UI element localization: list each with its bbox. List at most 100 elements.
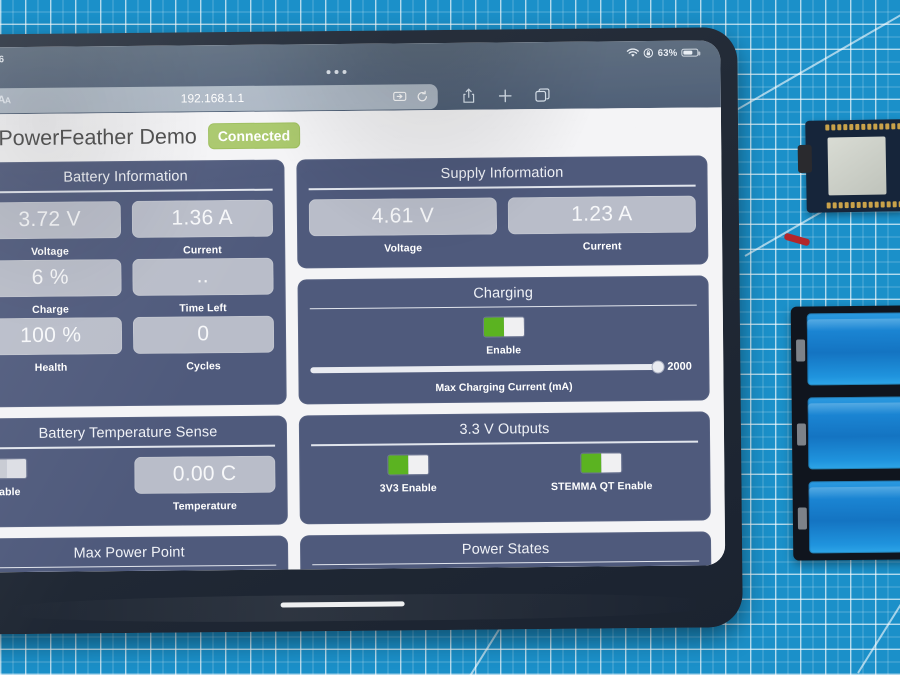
readout-value: .. — [131, 257, 274, 296]
share-icon[interactable] — [461, 88, 475, 104]
readout-value: 1.23 A — [507, 195, 697, 234]
reader-view-icon[interactable] — [392, 90, 406, 102]
field-supply-current: 1.23 A Current — [507, 195, 697, 255]
slider-track[interactable] — [310, 360, 665, 374]
temperature-enable-toggle[interactable] — [0, 457, 28, 479]
tabs-overview-icon[interactable] — [534, 87, 550, 102]
tablet-screen: May 26 63% — [0, 40, 726, 573]
field-label: Cycles — [186, 359, 221, 372]
card-title: Battery Temperature Sense — [38, 424, 218, 442]
browser-chrome: May 26 63% — [0, 40, 721, 115]
text-size-button[interactable]: AA — [0, 94, 19, 106]
temp-enable-wrap: Enable — [0, 457, 123, 500]
card-title: Battery Information — [63, 168, 188, 186]
battery-pack-18650 — [790, 305, 900, 561]
field-label: Voltage — [30, 245, 69, 258]
field-row: Enable 0.00 C Temperature — [0, 455, 276, 516]
board-header-pins-top — [825, 123, 900, 131]
max-charging-current-slider[interactable]: 2000 — [310, 357, 697, 377]
slider-thumb[interactable] — [651, 360, 665, 374]
usb-c-connector — [797, 144, 813, 173]
card-3v3-outputs: 3.3 V Outputs 3V3 Enable STEMMA QT Enabl… — [298, 411, 711, 524]
charging-enable-row: Enable — [310, 315, 697, 361]
battery-cell — [808, 480, 900, 554]
card-battery-temperature-sense: Battery Temperature Sense Enable 0.00 C … — [0, 415, 288, 528]
field-temperature: 0.00 C Temperature — [133, 455, 276, 514]
url-text: 192.168.1.1 — [180, 90, 245, 106]
card-battery-information: Battery Information 3.72 V Voltage 1.36 … — [0, 159, 287, 408]
slider-label: Max Charging Current (mA) — [435, 380, 573, 395]
tab-dots-icon[interactable] — [325, 69, 347, 75]
toggle-stemma-qt-enable-wrap: STEMMA QT Enable — [505, 451, 699, 495]
status-indicators: 63% — [627, 47, 699, 59]
right-column: Supply Information 4.61 V Voltage 1.23 A… — [296, 155, 710, 405]
card-supply-information: Supply Information 4.61 V Voltage 1.23 A… — [296, 155, 709, 268]
home-indicator[interactable] — [280, 601, 405, 608]
board-header-pins-bottom — [826, 201, 900, 209]
card-charging: Charging Enable 2000 Max Charging Curren… — [297, 274, 710, 405]
field-label: Charge — [32, 303, 69, 316]
address-bar-actions — [392, 90, 437, 103]
battery-percent-label: 63% — [657, 47, 678, 59]
readout-value: 0 — [132, 315, 275, 354]
field-row: 6 % Charge .. Time Left — [0, 257, 274, 318]
outputs-toggle-row: 3V3 Enable STEMMA QT Enable — [311, 451, 698, 497]
battery-cell — [806, 312, 900, 386]
reload-icon[interactable] — [415, 90, 428, 103]
field-label: Time Left — [179, 301, 227, 315]
toolbar-right-actions — [461, 87, 550, 104]
toggle-label: Enable — [0, 485, 21, 498]
photo-scene: May 26 63% — [0, 0, 900, 675]
slider-value: 2000 — [667, 360, 692, 373]
field-cycles: 0 Cycles — [132, 315, 275, 374]
dashboard-grid: Battery Information 3.72 V Voltage 1.36 … — [0, 155, 725, 573]
power-state-buttons: Ship Mode Deep Sleep — [312, 571, 699, 573]
field-label: Temperature — [172, 499, 237, 513]
readout-value: 0.00 C — [133, 455, 276, 494]
field-health: 100 % Health — [0, 316, 122, 376]
toggle-stemma-qt-enable[interactable] — [580, 451, 623, 474]
field-label: Health — [34, 361, 68, 374]
readout-value: 4.61 V — [308, 196, 498, 236]
status-date: May 26 — [0, 53, 5, 65]
toggle-label: 3V3 Enable — [379, 481, 437, 495]
rotation-lock-icon — [644, 48, 654, 58]
field-label: Voltage — [384, 241, 423, 255]
field-voltage: 3.72 V Voltage — [0, 200, 121, 260]
field-charge: 6 % Charge — [0, 258, 122, 318]
bezel-reflection — [6, 591, 711, 625]
wifi-icon — [627, 48, 640, 57]
toggle-label: Enable — [486, 344, 522, 357]
card-power-states: Power States Ship Mode Deep Sleep — [299, 530, 712, 573]
web-page: S3 PowerFeather Demo Connected Battery I… — [0, 107, 726, 573]
readout-value: 100 % — [0, 316, 122, 355]
charging-enable-toggle[interactable] — [482, 316, 525, 338]
field-supply-voltage: 4.61 V Voltage — [308, 196, 498, 257]
field-label: Current — [582, 239, 622, 253]
page-title: S3 PowerFeather Demo — [0, 123, 197, 150]
plus-icon[interactable] — [497, 88, 512, 103]
tablet-device: May 26 63% — [0, 27, 743, 635]
page-header: S3 PowerFeather Demo Connected — [0, 107, 722, 163]
toggle-3v3-enable[interactable] — [386, 453, 430, 476]
battery-icon — [681, 48, 699, 57]
field-row: 4.61 V Voltage 1.23 A Current — [308, 195, 697, 257]
esp32-rf-shield — [827, 136, 887, 196]
esp32-powerfeather-board — [797, 119, 900, 213]
readout-value: 1.36 A — [131, 199, 274, 238]
toggle-3v3-enable-wrap: 3V3 Enable — [311, 453, 505, 497]
field-current: 1.36 A Current — [131, 199, 274, 258]
card-max-power-point: Max Power Point 4600 Voltage (mV) — [0, 535, 289, 573]
battery-cell — [807, 396, 900, 470]
field-time-left: .. Time Left — [131, 257, 274, 316]
address-bar[interactable]: AA 192.168.1.1 — [0, 83, 438, 113]
field-label: Current — [183, 243, 222, 257]
card-title: Max Power Point — [73, 544, 185, 562]
charging-enable-wrap: Enable — [482, 316, 525, 358]
field-row: 100 % Health 0 Cycles — [0, 315, 275, 376]
readout-value: 6 % — [0, 258, 122, 297]
toggle-label: STEMMA QT Enable — [550, 479, 653, 493]
readout-value: 3.72 V — [0, 200, 121, 239]
status-badge: Connected — [207, 122, 301, 150]
field-row: 3.72 V Voltage 1.36 A Current — [0, 199, 274, 260]
